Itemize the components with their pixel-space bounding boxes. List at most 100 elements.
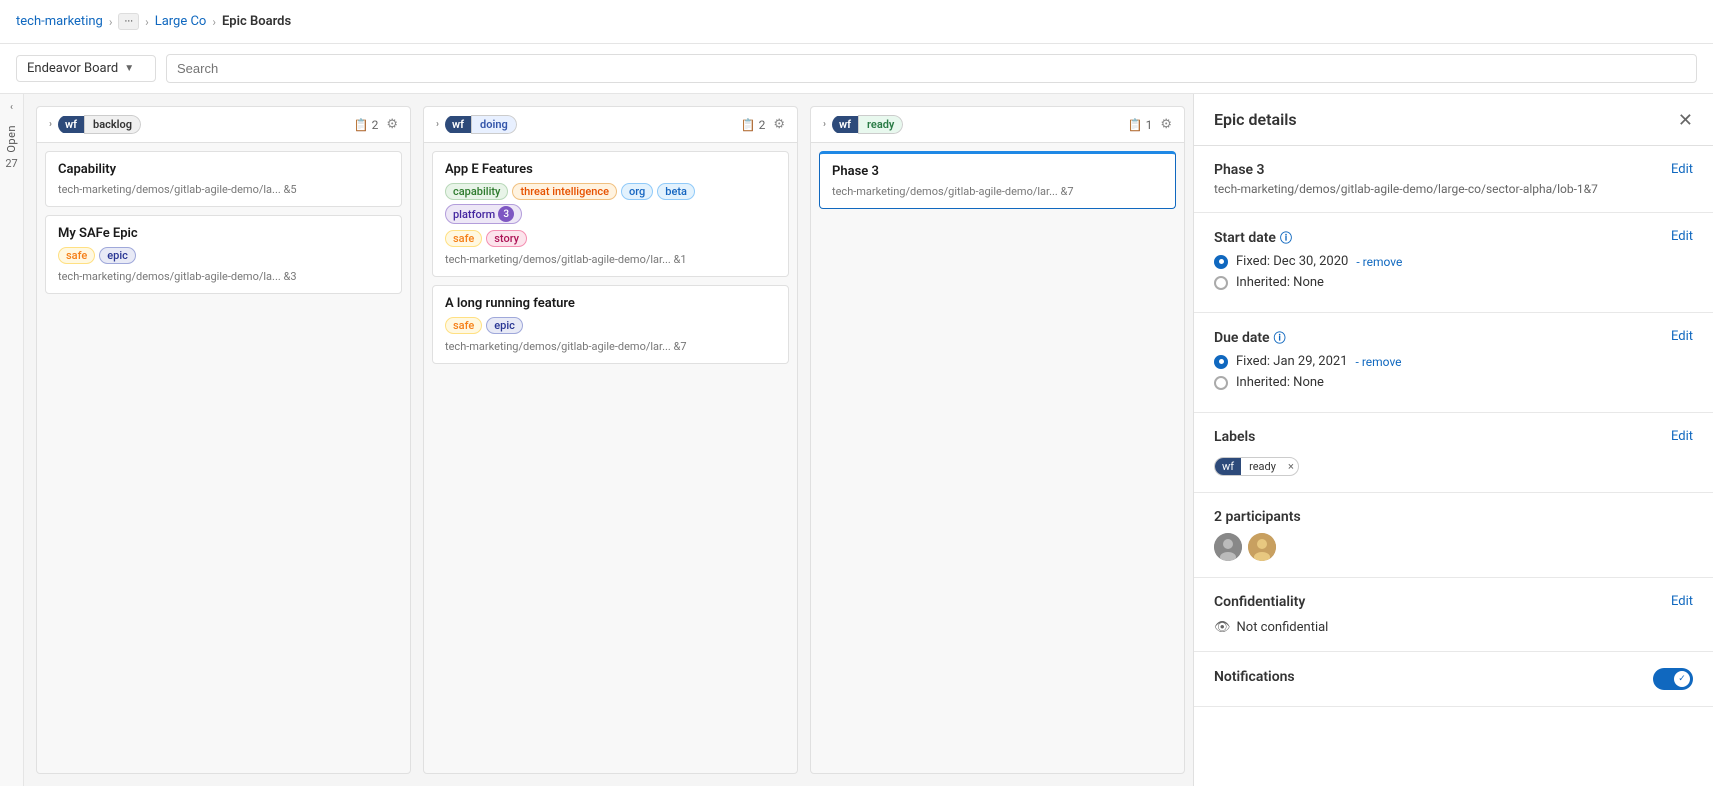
- participants-label: 2 participants: [1214, 509, 1693, 525]
- col-count-backlog: 📋 2: [354, 118, 379, 132]
- notifications-section: Notifications: [1194, 652, 1713, 707]
- expand-ready-icon[interactable]: ›: [823, 119, 826, 130]
- start-date-options: Fixed: Dec 30, 2020 - remove Inherited: …: [1214, 254, 1693, 290]
- column-cards-backlog: Capability tech-marketing/demos/gitlab-a…: [37, 143, 410, 302]
- nav-ellipsis[interactable]: ···: [118, 13, 139, 30]
- due-date-options: Fixed: Jan 29, 2021 - remove Inherited: …: [1214, 354, 1693, 390]
- eye-icon: 👁: [1214, 620, 1231, 635]
- card-capability[interactable]: Capability tech-marketing/demos/gitlab-a…: [45, 151, 402, 207]
- panel-title: Epic details: [1214, 110, 1297, 129]
- card-path-safe-epic: tech-marketing/demos/gitlab-agile-demo/l…: [58, 270, 389, 283]
- phase-path: tech-marketing/demos/gitlab-agile-demo/l…: [1214, 182, 1598, 196]
- participants-section: 2 participants: [1194, 493, 1713, 578]
- info-icon-due: ⓘ: [1274, 329, 1286, 346]
- status-label-ready: ready: [858, 115, 903, 134]
- column-ready: › wf ready 📋 1 ⚙ Phase 3 tech-marketing/…: [810, 106, 1185, 774]
- nav-parent[interactable]: Large Co: [155, 14, 207, 29]
- confidentiality-value: Not confidential: [1237, 620, 1329, 635]
- card-labels-safe-epic: safe epic: [58, 247, 389, 264]
- due-fixed-option[interactable]: Fixed: Jan 29, 2021 - remove: [1214, 354, 1693, 369]
- sidebar-toggle[interactable]: ‹ Open 27: [0, 94, 24, 786]
- wf-chip-value: ready: [1241, 458, 1284, 475]
- due-inherited-option[interactable]: Inherited: None: [1214, 375, 1693, 390]
- confidentiality-section: Confidentiality Edit 👁 Not confidential: [1194, 578, 1713, 652]
- platform-count: 3: [498, 206, 514, 222]
- start-fixed-option[interactable]: Fixed: Dec 30, 2020 - remove: [1214, 254, 1693, 269]
- info-icon-start: ⓘ: [1280, 229, 1292, 246]
- panel-close-button[interactable]: ✕: [1678, 111, 1693, 129]
- notifications-title: Notifications: [1214, 669, 1295, 685]
- start-date-label: Start date ⓘ: [1214, 229, 1292, 246]
- nav-sep-3: ›: [212, 15, 216, 29]
- start-remove-link[interactable]: - remove: [1356, 255, 1402, 269]
- wf-label-doing: wf: [445, 116, 471, 133]
- card-path-capability: tech-marketing/demos/gitlab-agile-demo/l…: [58, 183, 389, 196]
- label-story: story: [486, 230, 527, 247]
- due-remove-link[interactable]: - remove: [1356, 355, 1402, 369]
- nav-sep-2: ›: [145, 15, 149, 29]
- label-remove-icon[interactable]: ×: [1284, 460, 1298, 473]
- phase-title: Phase 3: [1214, 162, 1598, 178]
- col-count-ready: 📋 1: [1128, 118, 1153, 132]
- card-path-phase3: tech-marketing/demos/gitlab-agile-demo/l…: [832, 185, 1163, 198]
- nav-sep-1: ›: [109, 15, 113, 29]
- column-header-doing: › wf doing 📋 2 ⚙: [424, 107, 797, 143]
- panel-header: Epic details ✕: [1194, 94, 1713, 146]
- card-labels-app-e: capability threat intelligence org beta …: [445, 183, 776, 224]
- phase-edit-link[interactable]: Edit: [1671, 162, 1693, 177]
- start-inherited-label: Inherited: None: [1236, 275, 1324, 290]
- board-area: › wf backlog 📋 2 ⚙ Capability tech-marke…: [24, 94, 1193, 786]
- settings-icon-ready[interactable]: ⚙: [1160, 117, 1172, 132]
- label-epic: epic: [99, 247, 136, 264]
- column-header-ready: › wf ready 📋 1 ⚙: [811, 107, 1184, 143]
- board-select-label: Endeavor Board: [27, 61, 118, 76]
- notifications-toggle[interactable]: [1653, 668, 1693, 690]
- sidebar-label: Open: [5, 125, 18, 153]
- nav-current: Epic Boards: [222, 14, 291, 29]
- card-phase3[interactable]: Phase 3 tech-marketing/demos/gitlab-agil…: [819, 151, 1176, 209]
- labels-title: Labels: [1214, 429, 1255, 445]
- phase-section: Phase 3 tech-marketing/demos/gitlab-agil…: [1194, 146, 1713, 213]
- label-safe-2: safe: [445, 230, 482, 247]
- card-long-running[interactable]: A long running feature safe epic tech-ma…: [432, 285, 789, 364]
- card-title-safe-epic: My SAFe Epic: [58, 226, 389, 241]
- chevron-left-icon: ‹: [10, 102, 13, 113]
- card-app-e-features[interactable]: App E Features capability threat intelli…: [432, 151, 789, 277]
- expand-backlog-icon[interactable]: ›: [49, 119, 52, 130]
- wf-chip-wf: wf: [1215, 458, 1241, 475]
- due-date-edit-link[interactable]: Edit: [1671, 329, 1693, 344]
- column-cards-doing: App E Features capability threat intelli…: [424, 143, 797, 372]
- avatars: [1214, 533, 1693, 561]
- radio-empty-due: [1214, 376, 1228, 390]
- expand-doing-icon[interactable]: ›: [436, 119, 439, 130]
- labels-section: Labels Edit wf ready ×: [1194, 413, 1713, 493]
- search-input[interactable]: [166, 54, 1697, 83]
- toolbar: Endeavor Board ▼: [0, 44, 1713, 94]
- label-safe: safe: [58, 247, 95, 264]
- due-date-section: Due date ⓘ Edit Fixed: Jan 29, 2021 - re…: [1194, 313, 1713, 413]
- card-path-app-e: tech-marketing/demos/gitlab-agile-demo/l…: [445, 253, 776, 266]
- settings-icon-backlog[interactable]: ⚙: [386, 117, 398, 132]
- card-safe-epic[interactable]: My SAFe Epic safe epic tech-marketing/de…: [45, 215, 402, 294]
- confidentiality-edit-link[interactable]: Edit: [1671, 594, 1693, 609]
- card-title-long-running: A long running feature: [445, 296, 776, 311]
- card-labels-long-running: safe epic: [445, 317, 776, 334]
- sidebar-count: 27: [5, 157, 17, 170]
- avatar-2: [1248, 533, 1276, 561]
- due-date-label: Due date ⓘ: [1214, 329, 1286, 346]
- radio-filled-due: [1214, 355, 1228, 369]
- label-beta: beta: [657, 183, 695, 200]
- label-safe-3: safe: [445, 317, 482, 334]
- avatar-1: [1214, 533, 1242, 561]
- card-path-long-running: tech-marketing/demos/gitlab-agile-demo/l…: [445, 340, 776, 353]
- labels-edit-link[interactable]: Edit: [1671, 429, 1693, 444]
- wf-label-ready: wf: [832, 116, 858, 133]
- label-platform: platform 3: [445, 204, 522, 224]
- board-select[interactable]: Endeavor Board ▼: [16, 55, 156, 82]
- start-date-edit-link[interactable]: Edit: [1671, 229, 1693, 244]
- settings-icon-doing[interactable]: ⚙: [773, 117, 785, 132]
- main-layout: ‹ Open 27 › wf backlog 📋 2 ⚙: [0, 94, 1713, 786]
- start-inherited-option[interactable]: Inherited: None: [1214, 275, 1693, 290]
- nav-org[interactable]: tech-marketing: [16, 14, 103, 29]
- col-count-doing: 📋 2: [741, 118, 766, 132]
